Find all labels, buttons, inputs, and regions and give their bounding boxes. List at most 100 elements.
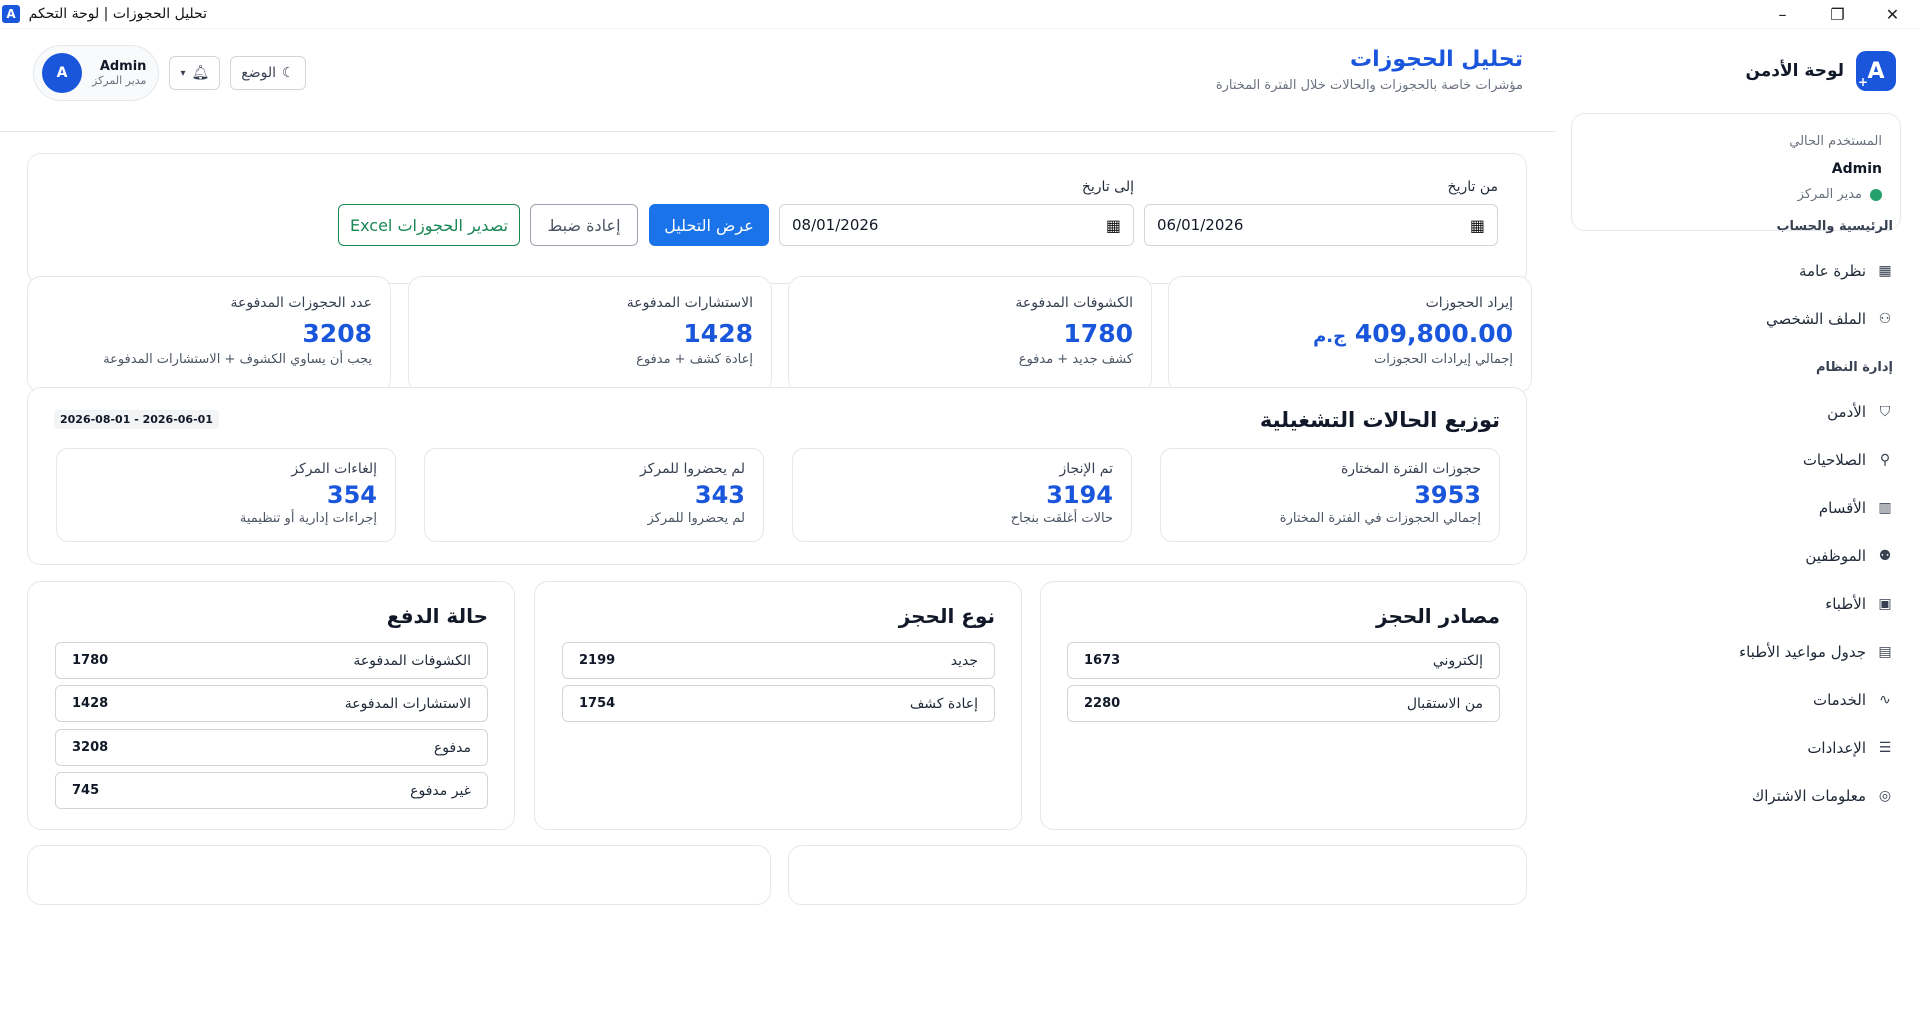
analyze-button[interactable]: عرض التحليل — [649, 204, 769, 246]
list-item: إلكتروني 1673 — [1067, 642, 1500, 679]
list-item: الكشوفات المدفوعة 1780 — [55, 642, 488, 679]
shield-icon: ⛉ — [1879, 404, 1891, 420]
theme-toggle-button[interactable]: ☾ الوضع — [230, 56, 306, 90]
row-label: الكشوفات المدفوعة — [353, 652, 471, 669]
brand-logo-plus: + — [1858, 75, 1869, 89]
minimize-button[interactable]: – — [1755, 0, 1810, 29]
row-value: 2280 — [1084, 696, 1121, 711]
sidebar-item-label: الأقسام — [1818, 499, 1866, 517]
kpi-currency: ج.م — [1313, 326, 1347, 347]
main-content: تحليل الحجوزات مؤشرات خاصة بالحجوزات وال… — [0, 29, 1555, 1020]
status-item-no-show: لم يحضروا للمركز 343 لم يحضروا للمركز — [424, 448, 764, 542]
current-user-name: Admin — [1831, 161, 1882, 177]
sidebar-item-label: نظرة عامة — [1799, 262, 1866, 280]
header-tools: A Admin مدير المركز 🔔︎ ▾ ☾ الوضع — [33, 45, 306, 101]
sidebar-item-employees[interactable]: ⚉ الموظفين — [1805, 544, 1894, 568]
list-item: جديد 2199 — [562, 642, 995, 679]
status-label: لم يحضروا للمركز — [639, 461, 745, 477]
kpi-label: الاستشارات المدفوعة — [626, 295, 753, 311]
row-label: جديد — [950, 652, 978, 669]
window-title-bar: A تحليل الحجوزات | لوحة التحكم – ❐ ✕ — [0, 0, 1920, 29]
user-icon: ⚇ — [1878, 311, 1892, 327]
calendar-icon[interactable]: ▦ — [1470, 216, 1485, 235]
sidebar-item-label: الأدمن — [1827, 403, 1866, 421]
kpi-card-paid-bookings: عدد الحجوزات المدفوعة 3208 يجب أن يساوي … — [27, 276, 391, 393]
status-label: حجوزات الفترة المختارة — [1340, 461, 1481, 477]
close-button[interactable]: ✕ — [1865, 0, 1920, 29]
status-note: حالات أغلقت بنجاح — [1010, 511, 1113, 526]
reset-button[interactable]: إعادة ضبط — [530, 204, 638, 246]
profile-text: Admin مدير المركز — [92, 59, 146, 87]
sidebar-item-overview[interactable]: ▦ نظرة عامة — [1799, 259, 1894, 283]
chevron-down-icon: ▾ — [180, 67, 186, 79]
sidebar-item-services[interactable]: ∿ الخدمات — [1813, 688, 1894, 712]
date-filter-card: من تاريخ إلى تاريخ 06/01/2026 ▦ 08/01/20… — [27, 153, 1527, 284]
sidebar-item-doctor-schedule[interactable]: ▤ جدول مواعيد الأطباء — [1739, 640, 1894, 664]
nav-section-system: إدارة النظام — [1816, 360, 1893, 375]
calendar-icon[interactable]: ▦ — [1106, 216, 1121, 235]
current-user-card: المستخدم الحالي Admin مدير المركز — [1571, 113, 1901, 231]
types-title: نوع الحجز — [898, 604, 995, 628]
brand-logo-icon: A + — [1856, 51, 1896, 91]
sidebar-item-label: معلومات الاشتراك — [1751, 787, 1866, 805]
bell-icon: 🔔︎ — [191, 65, 210, 81]
hierarchy-icon: ⚲ — [1879, 452, 1891, 468]
sidebar-item-label: الملف الشخصي — [1766, 310, 1866, 328]
kpi-value: 409,800.00 ج.م — [1187, 319, 1513, 348]
sidebar-item-label: الصلاحيات — [1802, 451, 1866, 469]
export-excel-button[interactable]: تصدير الحجوزات Excel — [338, 204, 520, 246]
booking-type-card: نوع الحجز جديد 2199 إعادة كشف 1754 — [534, 581, 1022, 830]
sidebar-item-doctors[interactable]: ▣ الأطباء — [1825, 592, 1894, 616]
window-title: تحليل الحجوزات | لوحة التحكم — [28, 6, 207, 22]
status-value: 354 — [326, 481, 377, 509]
kpi-label: الكشوفات المدفوعة — [1015, 295, 1133, 311]
row-value: 1754 — [579, 696, 616, 711]
bottom-card-right — [788, 845, 1527, 905]
building-icon: ▥ — [1878, 500, 1892, 516]
row-label: مدفوع — [433, 739, 471, 756]
status-label: تم الإنجاز — [1059, 461, 1114, 477]
kpi-value-number: 409,800.00 — [1354, 319, 1513, 348]
booking-sources-card: مصادر الحجز إلكتروني 1673 من الاستقبال 2… — [1040, 581, 1527, 830]
brand[interactable]: A + لوحة الأدمن — [1745, 51, 1896, 91]
sidebar: A + لوحة الأدمن المستخدم الحالي Admin مد… — [1555, 29, 1920, 1020]
current-user-label: المستخدم الحالي — [1789, 134, 1882, 149]
window-controls: – ❐ ✕ — [1755, 0, 1920, 29]
sidebar-item-admins[interactable]: ⛉ الأدمن — [1827, 400, 1894, 424]
kpi-note: إجمالي إيرادات الحجوزات — [1373, 352, 1513, 367]
grid-icon: ▦ — [1878, 263, 1892, 279]
sidebar-item-profile[interactable]: ⚇ الملف الشخصي — [1766, 307, 1894, 331]
users-icon: ⚉ — [1878, 548, 1892, 564]
status-item-center-cancellations: إلغاءات المركز 354 إجراءات إدارية أو تنظ… — [56, 448, 396, 542]
nav-section-main: الرئيسية والحساب — [1776, 219, 1893, 234]
list-item: الاستشارات المدفوعة 1428 — [55, 685, 488, 722]
kpi-card-paid-checkups: الكشوفات المدفوعة 1780 كشف جديد + مدفوع — [788, 276, 1152, 393]
sidebar-item-label: الإعدادات — [1807, 739, 1866, 757]
row-label: غير مدفوع — [410, 782, 471, 799]
status-note: لم يحضروا للمركز — [647, 511, 745, 526]
notifications-button[interactable]: 🔔︎ ▾ — [169, 56, 221, 90]
to-date-input[interactable]: 08/01/2026 ▦ — [779, 204, 1134, 246]
restore-button[interactable]: ❐ — [1810, 0, 1865, 29]
sidebar-item-subscription[interactable]: ◎ معلومات الاشتراك — [1752, 784, 1894, 808]
calendar-icon: ▤ — [1878, 644, 1892, 660]
sidebar-item-departments[interactable]: ▥ الأقسام — [1819, 496, 1894, 520]
list-item: مدفوع 3208 — [55, 729, 488, 766]
app-icon: A — [2, 5, 20, 23]
from-date-input[interactable]: 06/01/2026 ▦ — [1144, 204, 1498, 246]
date-range-badge: 2026-08-01 - 2026-06-01 — [54, 410, 219, 429]
kpi-label: عدد الحجوزات المدفوعة — [230, 295, 372, 311]
status-distribution-card: توزيع الحالات التشغيلية 2026-08-01 - 202… — [27, 387, 1527, 565]
profile-menu[interactable]: A Admin مدير المركز — [33, 45, 160, 101]
to-date-label: إلى تاريخ — [1081, 179, 1134, 195]
kpi-value: 1428 — [683, 319, 753, 348]
status-item-period: حجوزات الفترة المختارة 3953 إجمالي الحجو… — [1160, 448, 1500, 542]
current-user-role: مدير المركز — [1590, 187, 1882, 202]
status-label: إلغاءات المركز — [291, 461, 377, 477]
moon-icon: ☾ — [281, 65, 295, 81]
kpi-label: إيراد الحجوزات — [1425, 295, 1513, 311]
avatar: A — [42, 53, 82, 93]
row-value: 745 — [72, 783, 100, 798]
sidebar-item-settings[interactable]: ☰ الإعدادات — [1807, 736, 1894, 760]
sidebar-item-permissions[interactable]: ⚲ الصلاحيات — [1803, 448, 1894, 472]
